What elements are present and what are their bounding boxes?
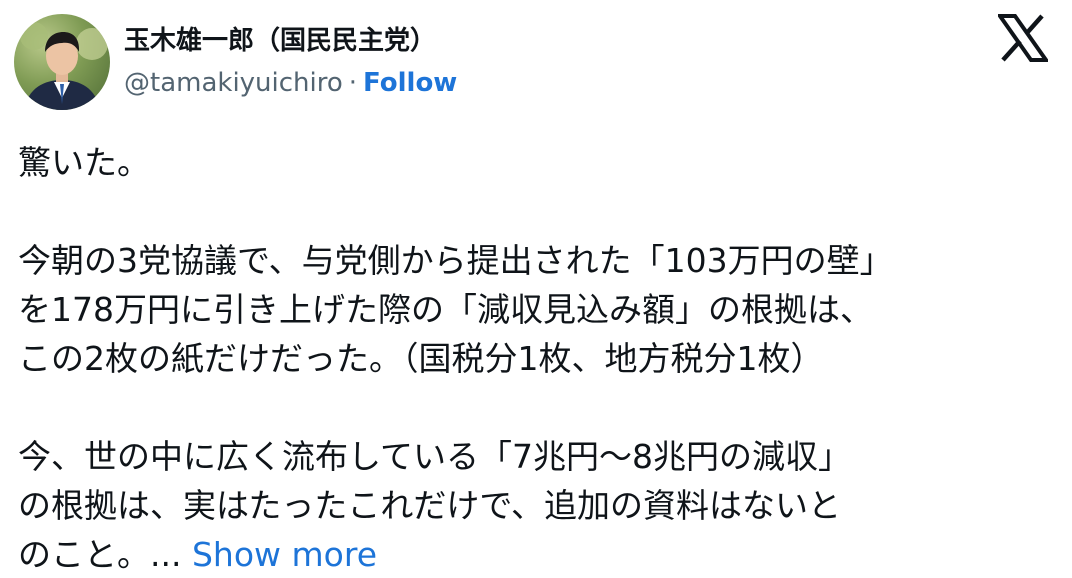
x-logo-icon[interactable]	[996, 14, 1050, 62]
follow-button[interactable]: Follow	[363, 68, 457, 98]
author-handle-row: @tamakiyuichiro · Follow	[124, 66, 457, 100]
author-handle[interactable]: @tamakiyuichiro	[124, 68, 343, 98]
avatar-photo	[20, 22, 108, 110]
tweet-line: 今朝の3党協議で、与党側から提出された「103万円の壁」	[18, 241, 893, 280]
tweet-line: の根拠は、実はたったこれだけで、追加の資料はないと	[18, 486, 842, 525]
tweet-line: を178万円に引き上げた際の「減収見込み額」の根拠は、	[18, 290, 873, 329]
show-more-link[interactable]: Show more	[192, 535, 377, 574]
tweet-embed-card: 玉木雄一郎（国民民主党） @tamakiyuichiro · Follow 驚いた。…	[0, 0, 1072, 578]
tweet-last-line: のこと。... Show more	[18, 530, 1058, 578]
tweet-line: この2枚の紙だけだった。（国税分1枚、地方税分1枚）	[18, 339, 824, 378]
tweet-line: 驚いた。	[18, 143, 150, 182]
tweet-line-text: のこと。...	[18, 535, 182, 574]
tweet-line: 今、世の中に広く流布している「7兆円〜8兆円の減収」	[18, 437, 852, 476]
author-name[interactable]: 玉木雄一郎（国民民主党）	[124, 24, 436, 58]
separator-dot: ·	[348, 68, 358, 98]
tweet-text: 驚いた。 今朝の3党協議で、与党側から提出された「103万円の壁」 を178万円…	[18, 138, 1058, 578]
avatar[interactable]	[14, 14, 110, 110]
